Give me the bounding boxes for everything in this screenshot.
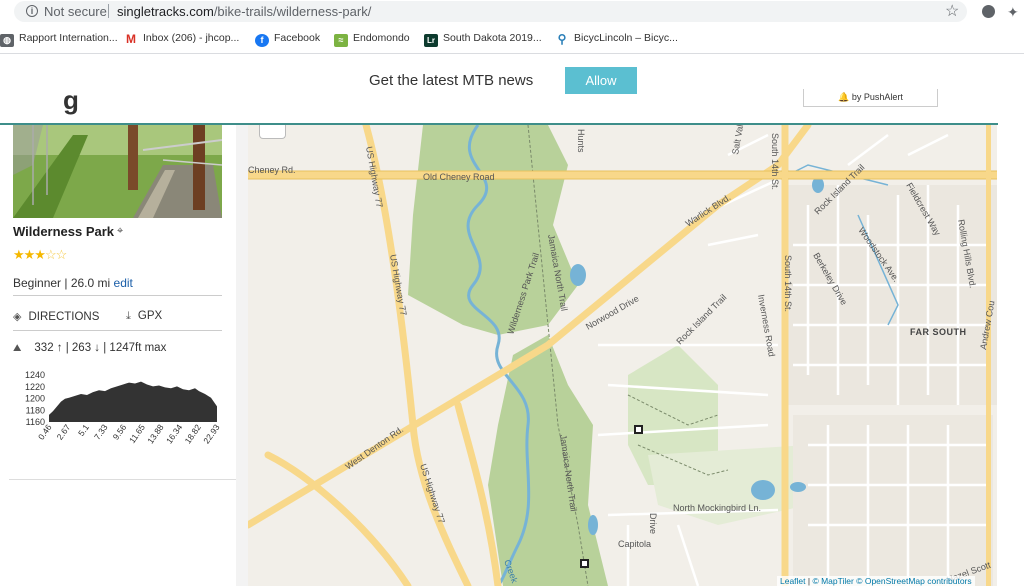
edit-link[interactable]: edit [114, 276, 133, 290]
url-separator [108, 4, 109, 18]
map-label: FAR SOUTH [910, 327, 967, 337]
page-margin [997, 125, 1024, 586]
divider [13, 330, 222, 331]
map-label: Old Cheney Road [423, 172, 495, 182]
trail-sidebar: Wilderness Park ⌖ ★★★☆☆ Beginner | 26.0 … [0, 125, 237, 586]
map-label: Hunts [576, 129, 586, 153]
push-alert-banner: Get the latest MTB news Allow 🔔 by PushA… [0, 55, 1024, 107]
download-icon: ⤓ [126, 310, 131, 322]
lr-icon: Lr [424, 34, 438, 47]
star-rating[interactable]: ★★★☆☆ [13, 247, 67, 263]
divider [13, 295, 222, 296]
browser-url-bar: i Not secure singletracks.com/bike-trail… [0, 0, 1024, 24]
x-tick-label: 22.93 [201, 422, 222, 445]
facebook-icon: f [255, 34, 269, 47]
puzzle-icon[interactable]: ✦ [1007, 4, 1019, 21]
trail-photo[interactable] [13, 125, 222, 218]
x-tick-label: 18.82 [183, 422, 204, 445]
y-tick-label: 1180 [26, 405, 45, 415]
map-attribution: Leaflet | © MapTiler © OpenStreetMap con… [777, 576, 975, 586]
poi-marker[interactable] [634, 425, 643, 434]
bike-icon: ⚲ [555, 33, 569, 46]
endomondo-icon: ≈ [334, 34, 348, 47]
map-zoom-control[interactable] [259, 125, 286, 139]
y-tick-label: 1220 [25, 382, 45, 392]
info-icon[interactable]: i [26, 5, 38, 17]
x-tick-label: 13.88 [145, 422, 166, 445]
x-tick-label: 2.67 [55, 422, 73, 442]
map-label: South 14th St. [783, 255, 793, 312]
x-tick-label: 11.65 [127, 422, 147, 445]
difficulty-distance: Beginner | 26.0 mi edit [13, 276, 133, 290]
bookmark-item[interactable]: f Facebook [255, 32, 320, 47]
map-label: South 14th St. [770, 133, 780, 190]
bookmarks-bar: ◍ Rapport Internation... M Inbox (206) - j… [0, 24, 1024, 54]
pushalert-badge[interactable]: 🔔 by PushAlert [803, 89, 938, 107]
elevation-summary: ⛰ 332 ↑ | 263 ↓ | 1247ft max [13, 342, 167, 354]
map-label: North Mockingbird Ln. [673, 503, 761, 513]
trail-map[interactable]: Cheney Rd. Old Cheney Road US Highway 77… [248, 125, 997, 586]
poi-marker[interactable] [580, 559, 589, 568]
bookmark-item[interactable]: M Inbox (206) - jhcop... [124, 32, 239, 46]
map-pin-icon[interactable]: ⌖ [117, 225, 123, 238]
osm-link[interactable]: © OpenStreetMap contributors [856, 576, 971, 586]
site-logo-fragment[interactable]: g [63, 85, 79, 116]
x-tick-label: 9.56 [111, 422, 129, 442]
map-label: Drive [648, 513, 658, 534]
gpx-link[interactable]: ⤓ GPX [126, 310, 162, 323]
map-label: Cheney Rd. [248, 165, 296, 175]
elevation-profile-chart: 12401220120011801160 0.46 2.67 5.1 7.33 9.56… [25, 370, 222, 446]
x-tick-label: 7.33 [92, 422, 110, 442]
x-tick-label: 16.34 [164, 422, 185, 445]
globe-icon: ◍ [0, 34, 14, 47]
directions-link[interactable]: ◈ DIRECTIONS [13, 310, 99, 323]
push-alert-message: Get the latest MTB news [369, 72, 534, 89]
directions-icon: ◈ [13, 311, 22, 323]
gmail-icon: M [124, 32, 138, 46]
bookmark-item[interactable]: ◍ Rapport Internation... [0, 32, 118, 47]
bookmark-item[interactable]: Lr South Dakota 2019... [424, 32, 542, 47]
trail-title: Wilderness Park [13, 224, 115, 239]
x-tick-label: 5.1 [76, 422, 91, 438]
y-tick-label: 1240 [25, 370, 45, 380]
elevation-area [49, 381, 217, 422]
sidebar-divider [9, 479, 237, 480]
security-label[interactable]: Not secure [44, 4, 107, 19]
allow-button[interactable]: Allow [565, 67, 637, 94]
map-label: Capitola [618, 539, 651, 549]
bookmark-item[interactable]: ⚲ BicycLincoln – Bicyc... [555, 32, 678, 46]
maptiler-link[interactable]: © MapTiler [812, 576, 853, 586]
extension-icon[interactable] [982, 5, 995, 18]
bell-icon: 🔔 [838, 92, 850, 102]
bookmark-star-icon[interactable]: ☆ [945, 1, 959, 21]
url-text[interactable]: singletracks.com/bike-trails/wilderness-… [117, 4, 371, 19]
y-tick-label: 1200 [25, 394, 45, 404]
leaflet-link[interactable]: Leaflet [780, 576, 806, 586]
sidebar-gutter [236, 125, 248, 586]
mountain-icon: ⛰ [13, 343, 22, 354]
bookmark-item[interactable]: ≈ Endomondo [334, 32, 410, 47]
